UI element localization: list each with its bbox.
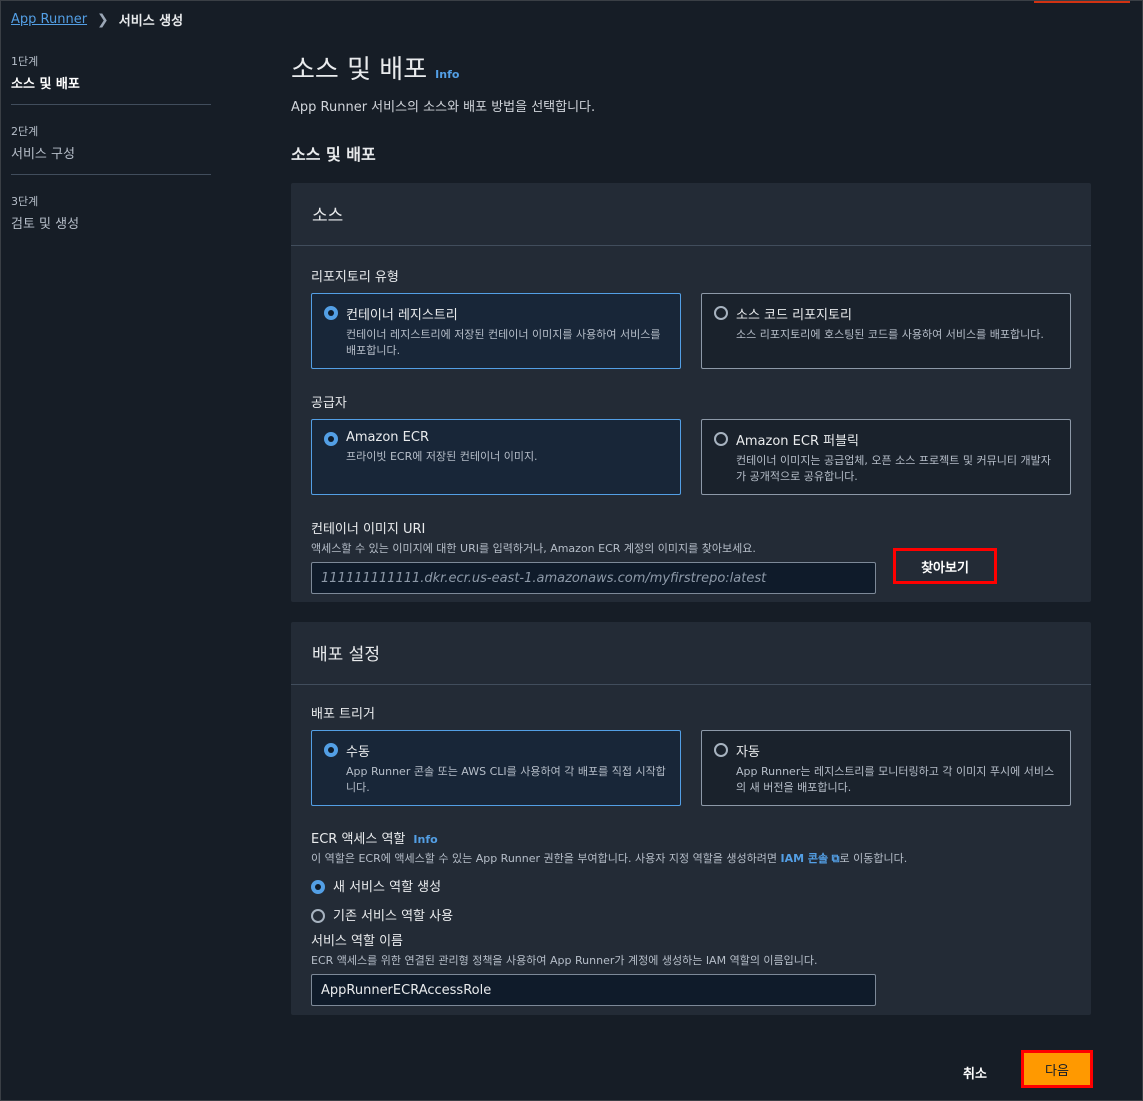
step-label: 검토 및 생성 — [11, 217, 80, 232]
cancel-button[interactable]: 취소 — [963, 1063, 987, 1082]
browse-button[interactable]: 찾아보기 — [893, 548, 997, 584]
page-title-text: 소스 및 배포 — [291, 55, 428, 85]
ecr-role-desc-prefix: 이 역할은 ECR에 액세스할 수 있는 App Runner 권한을 부여합니… — [311, 852, 778, 865]
tile-description: App Runner 콘솔 또는 AWS CLI를 사용하여 각 배포를 직접 … — [346, 765, 666, 794]
step-label: 소스 및 배포 — [11, 77, 80, 92]
image-uri-input[interactable]: 111111111111.dkr.ecr.us-east-1.amazonaws… — [311, 562, 876, 594]
create-service-page: App Runner ❯ 서비스 생성 1단계 소스 및 배포 2단계 서비스 … — [0, 0, 1143, 1101]
tile-title: 수동 — [346, 745, 370, 760]
repo-type-tiles: 컨테이너 레지스트리 컨테이너 레지스트리에 저장된 컨테이너 이미지를 사용하… — [311, 293, 1071, 369]
provider-label: 공급자 — [311, 396, 347, 411]
tile-title: 소스 코드 리포지토리 — [736, 308, 852, 323]
tile-description: App Runner는 레지스트리를 모니터링하고 각 이미지 푸시에 서비스의… — [736, 765, 1055, 794]
radio-unselected-icon — [714, 432, 728, 446]
provider-option-amazon-ecr[interactable]: Amazon ECR 프라이빗 ECR에 저장된 컨테이너 이미지. — [311, 419, 681, 495]
ecr-role-description: 이 역할은 ECR에 액세스할 수 있는 App Runner 권한을 부여합니… — [311, 850, 1071, 866]
main-content: 소스 및 배포 Info App Runner 서비스의 소스와 배포 방법을 … — [291, 49, 1091, 1015]
ecr-role-label-text: ECR 액세스 역할 — [311, 832, 406, 847]
breadcrumb-app-runner-link[interactable]: App Runner — [11, 12, 87, 27]
next-button[interactable]: 다음 — [1021, 1050, 1093, 1088]
top-accent-bar — [1034, 1, 1130, 3]
role-option-use-existing[interactable]: 기존 서비스 역할 사용 — [311, 905, 1071, 924]
repo-option-container-registry[interactable]: 컨테이너 레지스트리 컨테이너 레지스트리에 저장된 컨테이너 이미지를 사용하… — [311, 293, 681, 369]
provider-tiles: Amazon ECR 프라이빗 ECR에 저장된 컨테이너 이미지. Amazo… — [311, 419, 1071, 495]
step-3[interactable]: 3단계 검토 및 생성 — [11, 189, 211, 244]
breadcrumb-current: 서비스 생성 — [118, 14, 184, 29]
step-label: 서비스 구성 — [11, 147, 75, 162]
step-number: 1단계 — [11, 55, 39, 68]
wizard-steps: 1단계 소스 및 배포 2단계 서비스 구성 3단계 검토 및 생성 — [11, 49, 211, 258]
provider-option-amazon-ecr-public[interactable]: Amazon ECR 퍼블릭 컨테이너 이미지는 공급업체, 오픈 소스 프로젝… — [701, 419, 1071, 495]
step-number: 2단계 — [11, 125, 39, 138]
tile-description: 소스 리포지토리에 호스팅된 코드를 사용하여 서비스를 배포합니다. — [736, 328, 1044, 341]
page-title: 소스 및 배포 Info — [291, 49, 1091, 86]
deploy-settings-panel: 배포 설정 배포 트리거 수동 App Runner 콘솔 또는 AWS CLI… — [291, 622, 1091, 1015]
info-link[interactable]: Info — [435, 68, 459, 81]
ecr-role-info-link[interactable]: Info — [413, 833, 437, 846]
radio-selected-icon — [324, 743, 338, 757]
step-1[interactable]: 1단계 소스 및 배포 — [11, 49, 211, 105]
repo-type-label: 리포지토리 유형 — [311, 270, 399, 285]
tile-description: 프라이빗 ECR에 저장된 컨테이너 이미지. — [346, 450, 538, 463]
step-number: 3단계 — [11, 195, 39, 208]
external-link-icon[interactable]: ⧉ — [832, 852, 840, 865]
radio-selected-icon — [324, 306, 338, 320]
chevron-right-icon: ❯ — [97, 11, 109, 28]
role-name-label: 서비스 역할 이름 — [311, 934, 403, 949]
role-name-description: ECR 액세스를 위한 연결된 관리형 정책을 사용하여 App Runner가… — [311, 954, 818, 967]
radio-unselected-icon — [714, 743, 728, 757]
step-2[interactable]: 2단계 서비스 구성 — [11, 119, 211, 175]
role-option-create-new[interactable]: 새 서비스 역할 생성 — [311, 876, 1071, 895]
image-uri-label: 컨테이너 이미지 URI — [311, 522, 426, 537]
tile-title: Amazon ECR — [346, 430, 429, 445]
role-option-label: 기존 서비스 역할 사용 — [333, 909, 454, 924]
radio-selected-icon — [311, 879, 325, 894]
tile-description: 컨테이너 레지스트리에 저장된 컨테이너 이미지를 사용하여 서비스를 배포합니… — [346, 328, 661, 357]
radio-unselected-icon — [714, 306, 728, 320]
deploy-panel-title: 배포 설정 — [291, 622, 1091, 685]
tile-title: 컨테이너 레지스트리 — [346, 308, 458, 323]
radio-unselected-icon — [311, 908, 325, 923]
deploy-trigger-label: 배포 트리거 — [311, 707, 375, 722]
role-name-input[interactable]: AppRunnerECRAccessRole — [311, 974, 876, 1006]
ecr-role-desc-suffix: 로 이동합니다. — [839, 852, 908, 865]
trigger-option-manual[interactable]: 수동 App Runner 콘솔 또는 AWS CLI를 사용하여 각 배포를 … — [311, 730, 681, 806]
tile-title: Amazon ECR 퍼블릭 — [736, 434, 860, 449]
tile-title: 자동 — [736, 745, 760, 760]
section-heading: 소스 및 배포 — [291, 145, 376, 164]
tile-description: 컨테이너 이미지는 공급업체, 오픈 소스 프로젝트 및 커뮤니티 개발자가 공… — [736, 454, 1051, 483]
ecr-role-label: ECR 액세스 역할 Info — [311, 828, 1071, 847]
iam-console-link[interactable]: IAM 콘솔 — [781, 852, 829, 865]
role-option-label: 새 서비스 역할 생성 — [333, 880, 442, 895]
source-panel: 소스 리포지토리 유형 컨테이너 레지스트리 컨테이너 레지스트리에 저장된 컨… — [291, 183, 1091, 602]
source-panel-title: 소스 — [291, 183, 1091, 246]
radio-selected-icon — [324, 432, 338, 446]
repo-option-source-code[interactable]: 소스 코드 리포지토리 소스 리포지토리에 호스팅된 코드를 사용하여 서비스를… — [701, 293, 1071, 369]
breadcrumb: App Runner ❯ 서비스 생성 — [11, 10, 184, 30]
trigger-option-automatic[interactable]: 자동 App Runner는 레지스트리를 모니터링하고 각 이미지 푸시에 서… — [701, 730, 1071, 806]
deploy-trigger-tiles: 수동 App Runner 콘솔 또는 AWS CLI를 사용하여 각 배포를 … — [311, 730, 1071, 806]
page-description: App Runner 서비스의 소스와 배포 방법을 선택합니다. — [291, 100, 596, 115]
